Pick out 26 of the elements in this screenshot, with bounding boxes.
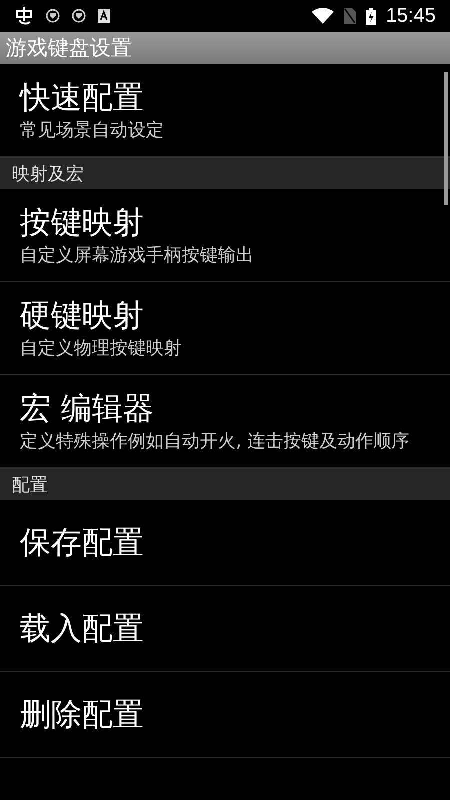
- battery-charging-icon: [366, 8, 376, 24]
- item-title: 保存配置: [20, 524, 145, 562]
- item-title: 按键映射: [20, 204, 145, 243]
- settings-item[interactable]: 删除配置: [0, 672, 450, 758]
- shield-icon: [72, 9, 86, 23]
- settings-item[interactable]: 硬键映射 自定义物理按键映射: [0, 282, 450, 375]
- item-title: 硬键映射: [20, 297, 145, 336]
- item-title: 载入配置: [20, 610, 145, 648]
- item-title: 宏 编辑器: [20, 390, 155, 429]
- clock-time: 15:45: [386, 4, 436, 28]
- wifi-icon: [312, 8, 334, 24]
- section-title: 配置: [12, 474, 48, 496]
- screen-title: 游戏键盘设置: [6, 35, 132, 62]
- app-icon: [98, 9, 110, 23]
- section-title: 映射及宏: [12, 162, 84, 186]
- item-title: 快速配置: [20, 79, 145, 118]
- item-summary: 定义特殊操作例如自动开火, 连击按键及动作顺序: [20, 430, 410, 454]
- shield-icon: [46, 9, 60, 23]
- item-summary: 常见场景自动设定: [20, 119, 165, 143]
- item-summary: 自定义物理按键映射: [20, 337, 183, 361]
- settings-item[interactable]: 保存配置: [0, 500, 450, 586]
- settings-item[interactable]: 按键映射 自定义屏幕游戏手柄按键输出: [0, 189, 450, 282]
- item-summary: 自定义屏幕游戏手柄按键输出: [20, 244, 255, 268]
- settings-item[interactable]: 载入配置: [0, 586, 450, 672]
- no-sim-icon: [344, 8, 356, 24]
- item-title: 删除配置: [20, 696, 145, 734]
